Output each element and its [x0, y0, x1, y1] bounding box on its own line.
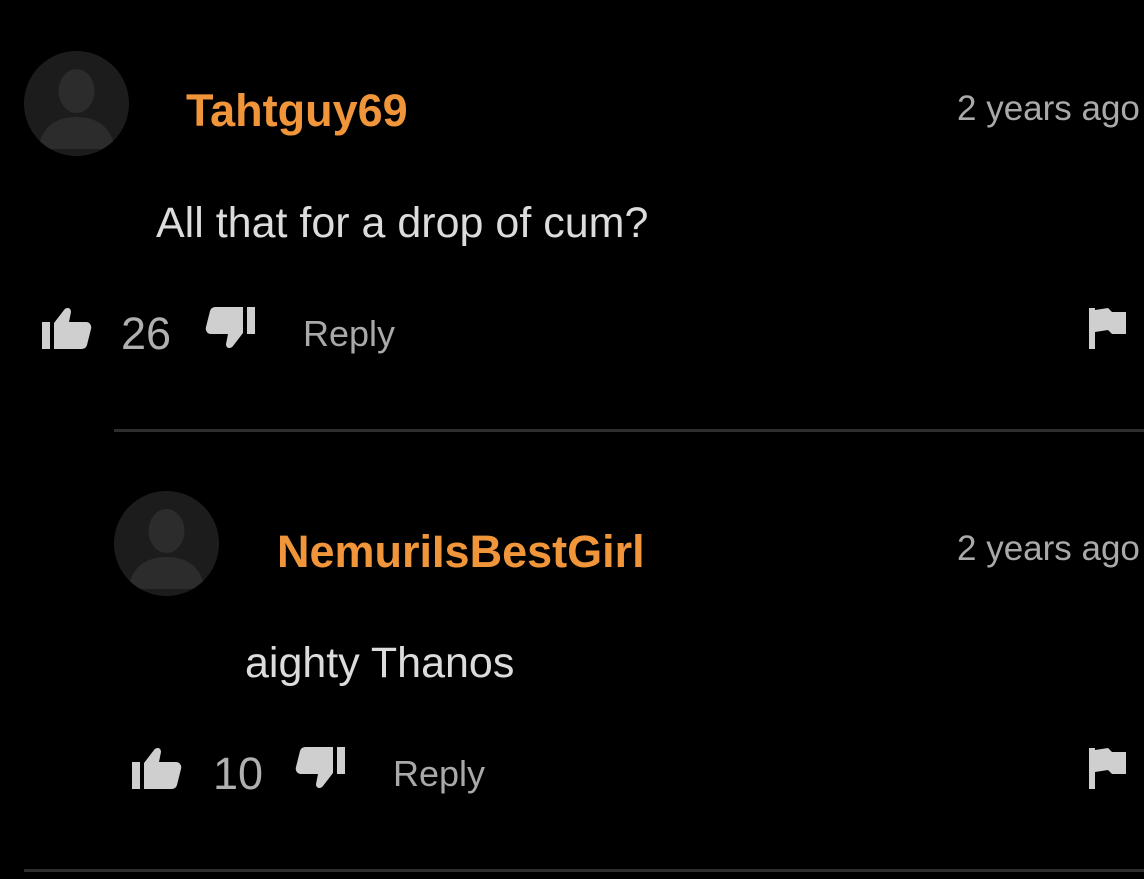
default-avatar-icon	[114, 491, 219, 596]
comment-text: All that for a drop of cum?	[156, 199, 649, 247]
timestamp: 2 years ago	[957, 529, 1140, 568]
comment-text: aighty Thanos	[245, 639, 515, 687]
comment: Tahtguy69 2 years ago All that for a dro…	[0, 0, 1144, 430]
thumbs-down-icon[interactable]	[205, 306, 257, 350]
thumbs-up-icon[interactable]	[130, 746, 182, 790]
comment-divider	[24, 869, 1144, 872]
default-avatar-icon	[24, 51, 129, 156]
reply-button[interactable]: Reply	[393, 756, 485, 792]
timestamp: 2 years ago	[957, 89, 1140, 128]
flag-icon[interactable]	[1088, 746, 1128, 790]
thumbs-down-icon[interactable]	[295, 746, 347, 790]
comment: NemuriIsBestGirl 2 years ago aighty Than…	[0, 430, 1144, 870]
username[interactable]: Tahtguy69	[186, 88, 408, 133]
like-count: 26	[121, 308, 172, 359]
username[interactable]: NemuriIsBestGirl	[277, 529, 645, 574]
avatar[interactable]	[24, 51, 129, 156]
reply-button[interactable]: Reply	[303, 316, 395, 352]
flag-icon[interactable]	[1088, 306, 1128, 350]
avatar[interactable]	[114, 491, 219, 596]
thumbs-up-icon[interactable]	[40, 306, 92, 350]
like-count: 10	[213, 748, 264, 799]
